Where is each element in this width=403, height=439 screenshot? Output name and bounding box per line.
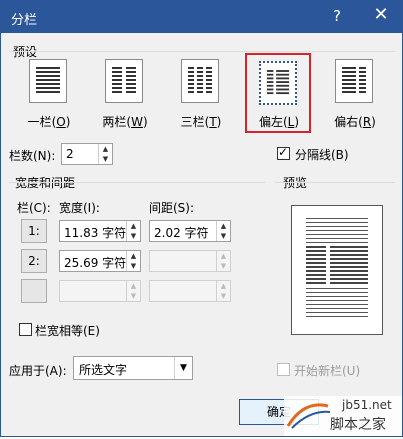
preset-three-columns-label: 三栏(T) <box>180 115 222 129</box>
apply-to-value: 所选文字 <box>79 363 128 377</box>
equal-width-label: 栏宽相等(E) <box>35 324 100 338</box>
one-column-lines <box>36 67 60 93</box>
line-between-label: 分隔线(B) <box>295 148 349 162</box>
column-2-spacing-stepper: ▲ ▼ <box>149 250 231 272</box>
preview-lines <box>306 218 368 318</box>
dialog-title: 分栏 <box>11 13 38 28</box>
start-new-column-checkbox <box>277 363 290 376</box>
preset-right[interactable]: 偏右(R) <box>323 53 387 137</box>
spacing-header: 间距(S): <box>149 201 195 215</box>
apply-to-select[interactable]: 所选文字 ▼ <box>73 356 193 380</box>
preset-two-columns-label: 两栏(W) <box>102 115 148 129</box>
three-columns-icon <box>181 59 219 103</box>
preset-right-label: 偏右(R) <box>334 115 376 129</box>
columns-dialog: 分栏 ? ✕ 预设 一栏(O) 两栏(W) 三栏(T) 偏左(L) 偏右(R) … <box>0 0 403 437</box>
decrement-icon: ▼ <box>220 292 227 300</box>
site-watermark: jb51.net 脚本之家 <box>284 396 402 436</box>
preset-one-column[interactable]: 一栏(O) <box>17 53 81 137</box>
column-2-button[interactable]: 2: <box>21 249 47 273</box>
preview-page <box>291 205 383 335</box>
left-layout-icon <box>259 61 297 105</box>
left-layout-lines <box>266 70 290 95</box>
two-columns-lines <box>112 67 136 93</box>
columns-count-stepper[interactable]: 2 ▲ ▼ <box>61 143 113 165</box>
decrement-icon: ▼ <box>220 262 227 270</box>
column-3-button <box>21 279 47 303</box>
column-3-width-stepper: ▲ ▼ <box>59 280 141 302</box>
help-button[interactable]: ? <box>327 7 347 25</box>
chevron-down-icon: ▼ <box>174 357 192 379</box>
preset-left[interactable]: 偏左(L) <box>245 53 311 133</box>
preset-two-columns[interactable]: 两栏(W) <box>93 53 157 137</box>
one-column-icon <box>29 59 67 103</box>
column-1-button[interactable]: 1: <box>21 219 47 243</box>
apply-to-label: 应用于(A): <box>9 364 67 378</box>
preset-three-columns[interactable]: 三栏(T) <box>169 53 233 137</box>
increment-icon: ▲ <box>220 252 227 260</box>
increment-icon[interactable]: ▲ <box>127 251 140 261</box>
column-2-width-value: 25.69 字符 <box>64 256 127 270</box>
three-columns-lines <box>188 67 212 93</box>
increment-icon[interactable]: ▲ <box>217 221 230 231</box>
two-columns-icon <box>105 59 143 103</box>
column-1-spacing-stepper[interactable]: 2.02 字符 ▲ ▼ <box>149 220 231 242</box>
column-1-spacing-value: 2.02 字符 <box>154 226 209 240</box>
increment-icon[interactable]: ▲ <box>127 221 140 231</box>
preset-left-label: 偏左(L) <box>258 115 300 129</box>
watermark-site-name: 脚本之家 <box>330 417 386 433</box>
preset-one-column-label: 一栏(O) <box>27 115 71 129</box>
increment-icon: ▲ <box>130 282 137 290</box>
column-number-header: 栏(C): <box>17 201 51 215</box>
columns-count-label: 栏数(N): <box>9 149 56 163</box>
title-bar: 分栏 ? ✕ <box>1 1 402 33</box>
line-between-checkbox[interactable] <box>277 145 290 160</box>
column-1-width-stepper[interactable]: 11.83 字符 ▲ ▼ <box>59 220 141 242</box>
decrement-icon[interactable]: ▼ <box>127 261 140 271</box>
equal-width-checkbox[interactable] <box>19 323 32 336</box>
increment-icon[interactable]: ▲ <box>99 144 112 154</box>
decrement-icon: ▼ <box>130 292 137 300</box>
column-2-width-stepper[interactable]: 25.69 字符 ▲ ▼ <box>59 250 141 272</box>
decrement-icon[interactable]: ▼ <box>99 154 112 164</box>
width-header: 宽度(I): <box>59 201 100 215</box>
close-button[interactable]: ✕ <box>369 4 393 28</box>
right-layout-icon <box>335 59 373 103</box>
right-layout-lines <box>342 67 366 93</box>
start-new-column-label: 开始新栏(U) <box>294 364 361 378</box>
column-1-width-value: 11.83 字符 <box>64 226 127 240</box>
decrement-icon[interactable]: ▼ <box>217 231 230 241</box>
column-3-spacing-stepper: ▲ ▼ <box>149 280 231 302</box>
watermark-url: jb51.net <box>342 398 392 412</box>
increment-icon: ▲ <box>220 282 227 290</box>
columns-count-value: 2 <box>66 147 74 161</box>
decrement-icon[interactable]: ▼ <box>127 231 140 241</box>
